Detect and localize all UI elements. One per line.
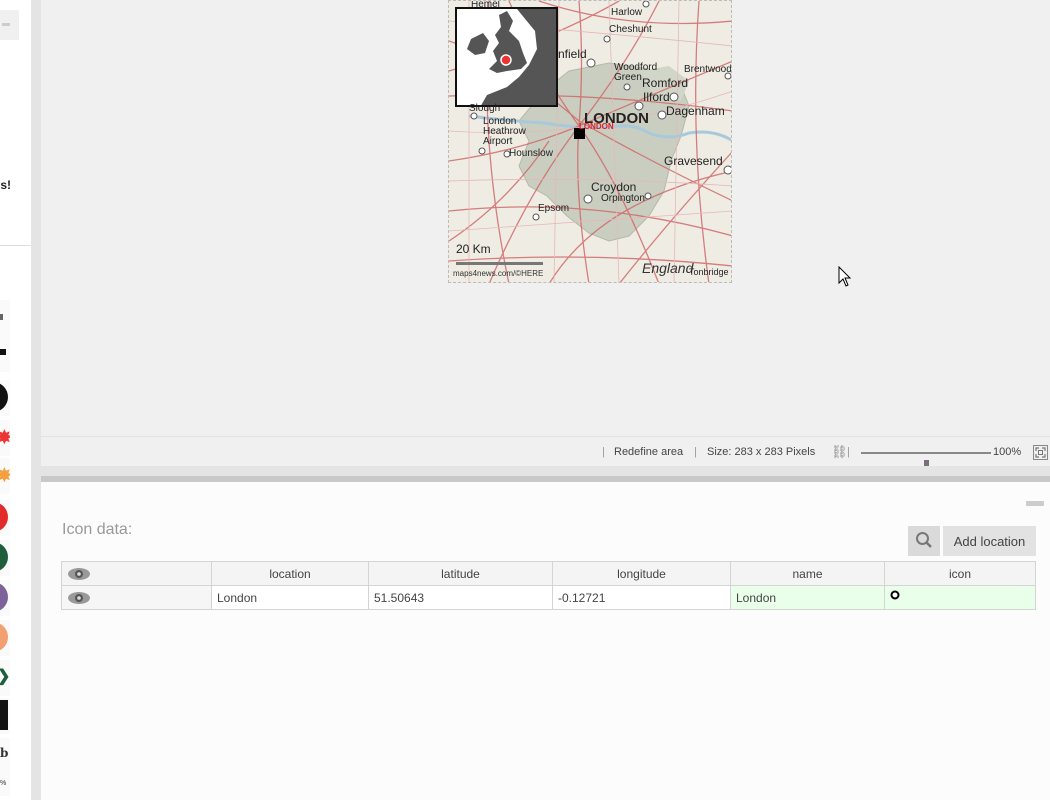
place-label-romford: Romford — [642, 76, 689, 90]
cell-longitude[interactable]: -0.12721 — [552, 585, 731, 610]
size-readout: Size: 283 x 283 Pixels — [707, 446, 816, 458]
place-label-heathrow-3: Airport — [483, 136, 513, 147]
scale-bar-label: 20 Km — [456, 242, 491, 256]
search-icon — [916, 531, 932, 548]
orange-circle-icon[interactable] — [0, 620, 10, 656]
sidebar-tab[interactable] — [0, 10, 19, 40]
place-label-harlow: Harlow — [611, 7, 643, 18]
eye-icon[interactable] — [67, 591, 91, 605]
column-header-location[interactable]: location — [211, 561, 369, 586]
status-divider: | — [694, 446, 697, 458]
icon-data-panel: Icon data: Add location location latitud… — [41, 482, 1050, 800]
place-label-dagenham: Dagenham — [666, 104, 725, 118]
black-rect-small-icon[interactable] — [0, 336, 10, 372]
purple-circle-icon[interactable] — [0, 580, 10, 616]
table-header-row: location latitude longitude name icon — [61, 561, 1036, 586]
search-button[interactable] — [908, 526, 940, 556]
place-label-brentwood: Brentwood — [684, 64, 732, 75]
region-label-england: England — [642, 260, 694, 276]
map-canvas-area[interactable]: Hemel Harlow Cheshunt nfield Brentwood W… — [41, 0, 1050, 436]
cell-icon[interactable] — [884, 585, 1036, 610]
sidebar-divider[interactable] — [31, 0, 41, 800]
circle-marker-icon — [890, 590, 900, 600]
fit-to-screen-icon[interactable] — [1033, 445, 1048, 460]
sidebar-partial-text: s! — [0, 178, 11, 192]
row-visibility-toggle[interactable] — [61, 585, 212, 610]
place-label-enfield: nfield — [558, 47, 587, 61]
column-header-icon[interactable]: icon — [884, 561, 1036, 586]
red-circle-icon[interactable] — [0, 500, 10, 536]
add-location-button[interactable]: Add location — [943, 526, 1036, 556]
eye-icon — [68, 567, 90, 580]
place-label-tonbridge: Tonbridge — [689, 267, 729, 277]
place-label-london-marker: LONDON — [579, 122, 614, 131]
left-sidebar: s! ✸ ✸ ❯ b % — [0, 0, 31, 800]
panel-title: Icon data: — [62, 521, 133, 538]
link-icon[interactable]: ⛓ — [831, 444, 848, 460]
sidebar-partial-letter: b — [0, 738, 10, 774]
panel-splitter[interactable] — [41, 466, 1050, 476]
place-label-epsom: Epsom — [538, 203, 570, 214]
sidebar-partial-small: % — [0, 774, 10, 796]
cell-location[interactable]: London — [211, 585, 369, 610]
column-header-name[interactable]: name — [730, 561, 885, 586]
place-label-hemel: Hemel — [471, 0, 500, 10]
place-label-ilford: Ilford — [643, 90, 670, 104]
zoom-slider[interactable] — [861, 452, 991, 475]
column-header-longitude[interactable]: longitude — [552, 561, 731, 586]
cell-name[interactable]: London — [730, 585, 885, 610]
column-header-latitude[interactable]: latitude — [368, 561, 553, 586]
map-preview[interactable]: Hemel Harlow Cheshunt nfield Brentwood W… — [448, 0, 732, 283]
status-divider: | — [602, 446, 605, 458]
cell-latitude[interactable]: 51.50643 — [368, 585, 553, 610]
flag-icon[interactable] — [0, 300, 10, 336]
black-rect-icon[interactable] — [0, 698, 10, 734]
place-label-hounslow: Hounslow — [509, 148, 553, 159]
place-label-cheshunt: Cheshunt — [609, 24, 652, 35]
place-label-slough: Slough — [469, 103, 501, 114]
zoom-level: 100% — [993, 446, 1022, 458]
icon-data-table: location latitude longitude name icon Lo… — [61, 561, 1036, 610]
scale-bar — [456, 262, 543, 265]
table-row[interactable]: London 51.50643 -0.12721 London — [61, 585, 1036, 610]
redefine-area-link[interactable]: Redefine area — [614, 446, 683, 458]
green-circle-icon[interactable] — [0, 540, 10, 576]
mouse-cursor-icon — [838, 266, 852, 287]
place-label-green: Green — [614, 72, 642, 83]
place-label-gravesend: Gravesend — [664, 154, 723, 168]
map-credit: maps4news.com/©HERE — [453, 269, 544, 278]
inset-locator-map — [455, 7, 558, 107]
sidebar-separator — [0, 245, 31, 246]
place-label-croydon: Croydon — [591, 180, 637, 194]
place-label-orpington: Orpington — [601, 193, 645, 204]
orange-burst-icon[interactable]: ✸ — [0, 458, 10, 494]
red-burst-icon[interactable]: ✸ — [0, 420, 10, 456]
green-arrow-icon[interactable]: ❯ — [0, 660, 10, 696]
status-bar: | Redefine area | Size: 283 x 283 Pixels… — [41, 436, 1050, 475]
status-divider: | — [847, 446, 850, 458]
panel-collapse-button[interactable] — [1026, 501, 1044, 506]
visibility-header[interactable] — [61, 561, 212, 586]
black-circle-icon[interactable] — [0, 380, 10, 416]
